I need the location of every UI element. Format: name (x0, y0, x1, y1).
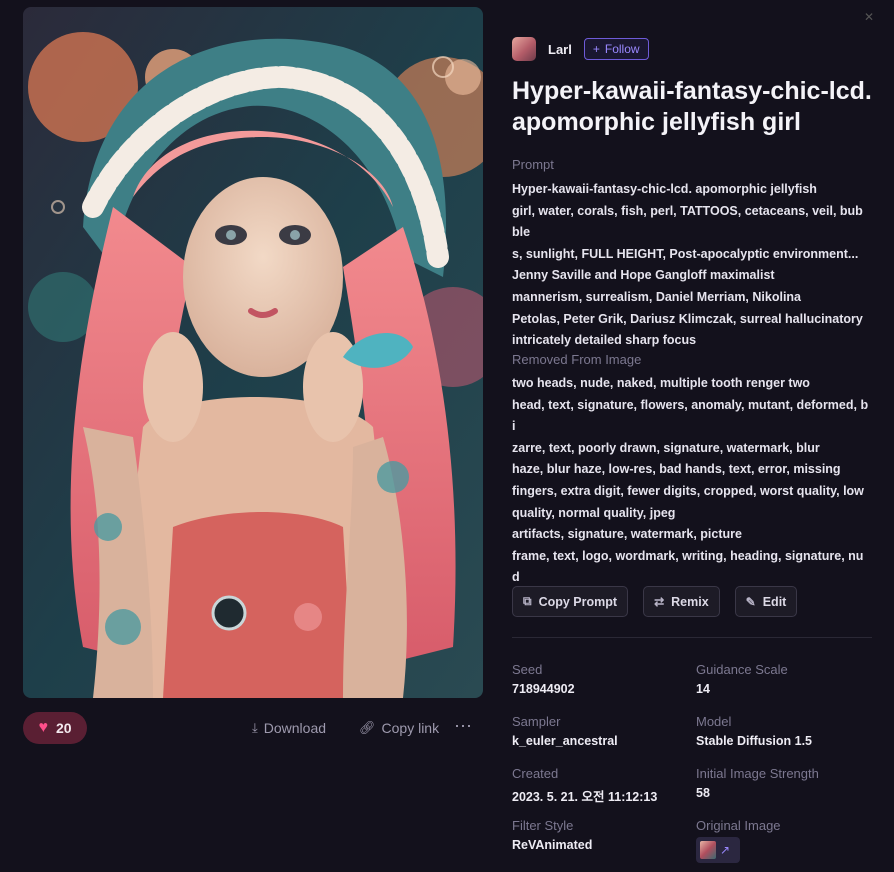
prompt-line: Hyper-kawaii-fantasy-chic-lcd. apomorphi… (512, 182, 817, 196)
guidance-field: Guidance Scale 14 (696, 662, 788, 696)
copy-icon: ⧉ (523, 594, 532, 608)
removed-line: zarre, text, poorly drawn, signature, wa… (512, 440, 820, 455)
title-line: apomorphic jellyfish girl (512, 108, 801, 136)
strength-label: Initial Image Strength (696, 766, 819, 781)
prompt-line: girl, water, corals, fish, perl, TATTOOS… (512, 203, 863, 240)
strength-field: Initial Image Strength 58 (696, 766, 819, 800)
copy-link-label: Copy link (381, 720, 440, 736)
sampler-label: Sampler (512, 714, 561, 729)
title-line: Hyper-kawaii-fantasy-chic-lcd. (512, 77, 872, 105)
sampler-field: Sampler k_euler_ancestral (512, 714, 618, 748)
heart-icon: ♥ (38, 719, 48, 736)
download-button[interactable]: ⤓ Download (252, 720, 326, 736)
download-label: Download (263, 720, 327, 736)
author-row: Larl + Follow (512, 37, 649, 61)
removed-line: haze, blur haze, low-res, bad hands, tex… (512, 462, 841, 477)
download-icon: ⤓ (252, 720, 258, 735)
removed-line: quality, normal quality, jpeg (512, 505, 676, 520)
prompt-actions: ⧉ Copy Prompt ⇄ Remix ✎ Edit (512, 586, 798, 617)
original-image-link[interactable]: ↗ (696, 837, 740, 863)
artwork-actions: ♥ 20 ⤓ Download 🔗︎ Copy link ⋯ (23, 712, 483, 746)
remix-icon: ⇄ (654, 594, 665, 609)
original-image-thumbnail (700, 841, 716, 859)
removed-text: two heads, nude, naked, multiple tooth r… (512, 373, 870, 611)
removed-line: two heads, nude, naked, multiple tooth r… (512, 376, 810, 390)
like-button[interactable]: ♥ 20 (23, 712, 87, 744)
seed-value: 718944902 (512, 682, 575, 696)
original-image-label: Original Image (696, 818, 781, 833)
plus-icon: + (592, 42, 600, 56)
created-field: Created 2023. 5. 21. 오전 11:12:13 (512, 766, 657, 805)
follow-label: Follow (604, 42, 640, 56)
strength-value: 58 (696, 786, 710, 800)
seed-label: Seed (512, 662, 543, 677)
edit-label: Edit (762, 594, 787, 609)
edit-icon: ✎ (745, 594, 756, 609)
prompt-line: Jenny Saville and Hope Gangloff maximali… (512, 268, 775, 283)
remix-button[interactable]: ⇄ Remix (643, 586, 720, 617)
sampler-value: k_euler_ancestral (512, 734, 618, 748)
prompt-line: Petolas, Peter Grik, Dariusz Klimczak, s… (512, 311, 863, 326)
removed-line: fingers, extra digit, fewer digits, crop… (512, 483, 864, 498)
close-icon[interactable]: ✕ (864, 10, 874, 24)
remix-label: Remix (671, 594, 709, 609)
author-name[interactable]: Larl (548, 42, 572, 57)
link-icon: 🔗︎ (359, 720, 376, 735)
model-label: Model (696, 714, 732, 729)
created-value: 2023. 5. 21. 오전 11:12:13 (512, 790, 658, 804)
prompt-line: mannerism, surrealism, Daniel Merriam, N… (512, 289, 802, 304)
copy-prompt-button[interactable]: ⧉ Copy Prompt (512, 586, 629, 617)
removed-line: frame, text, logo, wordmark, writing, he… (512, 548, 864, 585)
guidance-label: Guidance Scale (696, 662, 788, 677)
edit-button[interactable]: ✎ Edit (734, 586, 798, 617)
divider (512, 637, 872, 638)
model-field: Model Stable Diffusion 1.5 (696, 714, 812, 748)
avatar[interactable] (512, 37, 536, 61)
original-image-field: Original Image ↗ (696, 818, 781, 863)
filter-label: Filter Style (512, 818, 574, 833)
removed-line: artifacts, signature, watermark, picture (512, 527, 742, 542)
copy-link-button[interactable]: 🔗︎ Copy link (359, 720, 439, 736)
filter-value: ReVAnimated (512, 838, 593, 852)
more-icon[interactable]: ⋯ (454, 716, 473, 737)
removed-line: head, text, signature, flowers, anomaly,… (512, 397, 869, 434)
removed-label: Removed From Image (512, 352, 642, 367)
prompt-label: Prompt (512, 157, 554, 172)
follow-button[interactable]: + Follow (583, 38, 649, 60)
prompt-text: Hyper-kawaii-fantasy-chic-lcd. apomorphi… (512, 179, 870, 352)
filter-field: Filter Style ReVAnimated (512, 818, 592, 852)
seed-field: Seed 718944902 (512, 662, 575, 696)
prompt-line: s, sunlight, FULL HEIGHT, Post-apocalypt… (512, 246, 859, 261)
external-arrow-icon: ↗ (720, 843, 731, 857)
model-value: Stable Diffusion 1.5 (696, 734, 812, 748)
created-label: Created (512, 766, 559, 781)
prompt-line: intricately detailed sharp focus (512, 333, 697, 348)
page-title: Hyper-kawaii-fantasy-chic-lcd. apomorphi… (512, 76, 882, 138)
like-count: 20 (55, 720, 72, 736)
copy-prompt-label: Copy Prompt (538, 594, 618, 609)
guidance-value: 14 (696, 682, 710, 696)
artwork-image[interactable] (23, 7, 483, 698)
